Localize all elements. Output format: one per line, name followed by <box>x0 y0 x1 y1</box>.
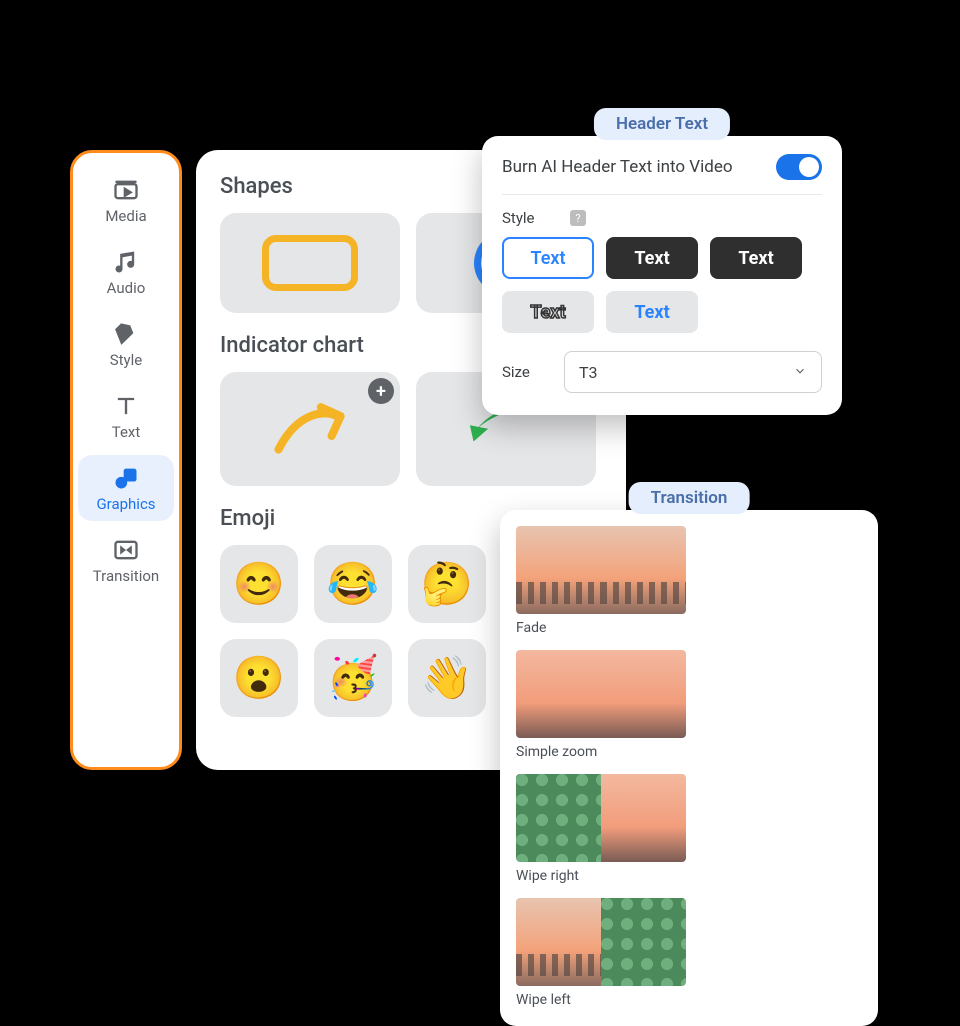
transition-label: Fade <box>516 620 686 636</box>
header-text-panel: Header Text Burn AI Header Text into Vid… <box>482 136 842 415</box>
text-style-4[interactable]: Text <box>502 291 594 333</box>
sidebar-item-text[interactable]: Text <box>78 383 174 449</box>
transition-fade[interactable]: Fade <box>516 526 686 636</box>
sidebar: Media Audio Style Text Graphics Transiti… <box>70 150 182 770</box>
text-style-5[interactable]: Text <box>606 291 698 333</box>
burn-toggle[interactable] <box>776 154 822 180</box>
sidebar-item-audio[interactable]: Audio <box>78 239 174 305</box>
burn-toggle-label: Burn AI Header Text into Video <box>502 157 733 177</box>
sidebar-item-graphics[interactable]: Graphics <box>78 455 174 521</box>
text-icon <box>112 393 140 419</box>
transition-wipe-right[interactable]: Wipe right <box>516 774 686 884</box>
sidebar-item-label: Audio <box>107 279 146 297</box>
style-label: Style <box>502 209 550 227</box>
transition-panel: Transition Fade Simple zoom Wipe right W… <box>500 510 878 1026</box>
size-label: Size <box>502 363 550 381</box>
sidebar-item-label: Graphics <box>96 495 155 513</box>
transition-label: Wipe right <box>516 868 686 884</box>
emoji-smile[interactable]: 😊 <box>220 545 298 623</box>
shape-rounded-rect[interactable] <box>220 213 400 313</box>
chevron-down-icon <box>793 363 807 382</box>
style-icon <box>112 321 140 347</box>
help-icon[interactable]: ? <box>570 210 586 226</box>
size-select[interactable]: T3 <box>564 351 822 393</box>
transition-wipe-left[interactable]: Wipe left <box>516 898 686 1008</box>
panel-tag-header: Header Text <box>594 108 730 140</box>
sidebar-item-media[interactable]: Media <box>78 167 174 233</box>
transition-simple-zoom[interactable]: Simple zoom <box>516 650 686 760</box>
text-style-3[interactable]: Text <box>710 237 802 279</box>
add-icon[interactable]: + <box>368 378 394 404</box>
emoji-joy[interactable]: 😂 <box>314 545 392 623</box>
sidebar-item-label: Style <box>110 351 143 369</box>
transition-icon <box>112 537 140 563</box>
size-value: T3 <box>579 363 598 382</box>
media-icon <box>112 177 140 203</box>
transition-label: Simple zoom <box>516 744 686 760</box>
sidebar-item-style[interactable]: Style <box>78 311 174 377</box>
sidebar-item-transition[interactable]: Transition <box>78 527 174 593</box>
audio-icon <box>112 249 140 275</box>
panel-tag-transition: Transition <box>629 482 750 514</box>
arrow-right-icon <box>265 387 355 471</box>
emoji-party[interactable]: 🥳 <box>314 639 392 717</box>
emoji-surprised[interactable]: 😮 <box>220 639 298 717</box>
text-style-2[interactable]: Text <box>606 237 698 279</box>
sidebar-item-label: Transition <box>93 567 159 585</box>
sidebar-item-label: Media <box>105 207 146 225</box>
transition-label: Wipe left <box>516 992 686 1008</box>
sidebar-item-label: Text <box>112 423 141 441</box>
graphics-icon <box>112 465 140 491</box>
text-style-1[interactable]: Text <box>502 237 594 279</box>
emoji-thinking[interactable]: 🤔 <box>408 545 486 623</box>
indicator-arrow-right[interactable]: + <box>220 372 400 486</box>
emoji-wave[interactable]: 👋 <box>408 639 486 717</box>
